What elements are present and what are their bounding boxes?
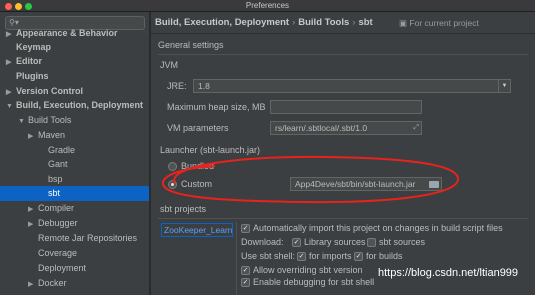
max-heap-label: Maximum heap size, MB [167, 102, 266, 112]
breadcrumb-item[interactable]: Build Tools [298, 17, 349, 28]
settings-sidebar: ⚲▾ ▶ Appearance & Behavior Keymap ▶ Editor Pl… [0, 12, 150, 295]
sbt-sources-checkbox[interactable] [367, 238, 376, 247]
split-divider[interactable] [236, 222, 237, 295]
chevron-down-icon[interactable]: ▼ [498, 80, 510, 92]
general-settings-heading: General settings [158, 40, 224, 50]
jre-value: 1.8 [198, 81, 210, 91]
download-label: Download: [241, 237, 284, 247]
chevron-right-icon[interactable]: ▶ [28, 277, 38, 292]
sidebar-item[interactable]: ▼ Build, Execution, Deployment [0, 98, 149, 114]
sidebar-item-label: sbt [48, 188, 61, 198]
chevron-right-icon[interactable]: ▶ [28, 202, 38, 217]
enable-debugging-checkbox[interactable]: ✓ [241, 278, 250, 287]
chevron-right-icon[interactable]: ▶ [28, 129, 38, 144]
sidebar-item-label: Docker [38, 278, 67, 288]
for-builds-checkbox[interactable]: ✓ [354, 252, 363, 261]
watermark-text: https://blog.csdn.net/ltian999 [378, 267, 519, 279]
sbt-sources-label: sbt sources [379, 237, 426, 247]
breadcrumb-separator: › [292, 17, 296, 28]
vm-parameters-value: rs/learn/.sbtlocal/.sbt/1.0 [275, 123, 368, 133]
sidebar-item-label: Editor [16, 56, 42, 66]
for-builds-label: for builds [366, 251, 403, 261]
auto-import-label: Automatically import this project on cha… [253, 223, 503, 233]
for-current-project-label: For current project [409, 18, 479, 28]
allow-overriding-label: Allow overriding sbt version [253, 265, 363, 275]
custom-radio[interactable] [168, 180, 177, 189]
sidebar-item[interactable]: Remote Jar Repositories [0, 231, 149, 246]
sidebar-item[interactable]: Deployment [0, 261, 149, 276]
sidebar-item-label: Version Control [16, 86, 84, 96]
sidebar-item-label: Debugger [38, 218, 78, 228]
sidebar-item[interactable]: ▶ Editor [0, 54, 149, 70]
sidebar-item[interactable]: ▶ Compiler [0, 201, 149, 217]
allow-overriding-checkbox[interactable]: ✓ [241, 266, 250, 275]
project-scope-icon: ▣ [399, 18, 410, 28]
sidebar-item-label: Plugins [16, 71, 49, 81]
vm-parameters-input[interactable]: rs/learn/.sbtlocal/.sbt/1.0 ⤢ [270, 121, 422, 135]
sidebar-item[interactable]: ▶ Debugger [0, 216, 149, 232]
expand-icon[interactable]: ⤢ [413, 122, 419, 134]
sidebar-item-label: Gant [48, 159, 68, 169]
sidebar-item-label: Deployment [38, 263, 87, 273]
sidebar-item-label: Remote Jar Repositories [38, 233, 138, 243]
custom-launcher-path: App4Deve/sbt/bin/sbt-launch.jar [295, 179, 416, 189]
window-titlebar: Preferences [0, 0, 535, 12]
sidebar-item[interactable]: Plugins [0, 69, 149, 84]
sidebar-item[interactable]: ▶ Appearance & Behavior [0, 26, 149, 41]
use-sbt-shell-label: Use sbt shell: [241, 251, 296, 261]
sidebar-item-label: Gradle [48, 145, 76, 155]
sidebar-item-label: Compiler [38, 203, 75, 213]
folder-icon[interactable] [429, 181, 439, 188]
divider [158, 218, 528, 219]
window-title: Preferences [245, 1, 290, 10]
custom-launcher-path-input[interactable]: App4Deve/sbt/bin/sbt-launch.jar [290, 177, 442, 191]
breadcrumb-separator: › [352, 17, 356, 28]
sidebar-item[interactable]: bsp [0, 172, 149, 187]
for-imports-label: for imports [309, 251, 352, 261]
enable-debugging-label: Enable debugging for sbt shell [253, 277, 375, 287]
sbt-projects-section-title: sbt projects [160, 204, 207, 214]
sidebar-item[interactable]: sbt [0, 186, 149, 201]
sidebar-item[interactable]: Coverage [0, 246, 149, 261]
chevron-right-icon[interactable]: ▶ [6, 55, 16, 70]
library-sources-checkbox[interactable]: ✓ [292, 238, 301, 247]
sidebar-item-label: Build Tools [28, 115, 72, 125]
chevron-down-icon[interactable]: ▼ [6, 99, 16, 114]
for-imports-checkbox[interactable]: ✓ [297, 252, 306, 261]
custom-label: Custom [181, 179, 213, 189]
sidebar-item-label: Keymap [16, 42, 52, 52]
sbt-project-item[interactable]: ZooKeeper_Learn [161, 223, 233, 237]
breadcrumb-item[interactable]: Build, Execution, Deployment [155, 17, 289, 28]
jre-label: JRE: [167, 81, 187, 91]
launcher-section-title: Launcher (sbt-launch.jar) [160, 145, 261, 155]
breadcrumb: Build, Execution, Deployment › Build Tools… [155, 17, 373, 28]
auto-import-checkbox[interactable]: ✓ [241, 224, 250, 233]
bundled-radio[interactable] [168, 162, 177, 171]
sidebar-item[interactable]: Gradle [0, 143, 149, 158]
header-divider [151, 33, 535, 34]
jre-select[interactable]: 1.8 ▼ [193, 79, 511, 93]
sidebar-item[interactable]: Keymap [0, 40, 149, 55]
for-current-project-note: ▣ For current project [399, 18, 479, 29]
sidebar-item-label: Coverage [38, 248, 78, 258]
library-sources-label: Library sources [304, 237, 366, 247]
sidebar-item-label: bsp [48, 174, 63, 184]
sidebar-item[interactable]: ▶ Docker [0, 276, 149, 292]
chevron-down-icon[interactable]: ▼ [18, 114, 28, 129]
sidebar-item[interactable]: ▶ Maven [0, 128, 149, 144]
jvm-section-title: JVM [160, 60, 178, 70]
settings-content: Build, Execution, Deployment › Build Tools… [151, 12, 535, 295]
sidebar-item[interactable]: ▶ Version Control [0, 84, 149, 99]
divider [158, 54, 528, 55]
chevron-right-icon[interactable]: ▶ [28, 217, 38, 232]
bundled-label: Bundled [181, 161, 215, 171]
breadcrumb-item: sbt [358, 17, 373, 28]
sidebar-item[interactable]: Gant [0, 157, 149, 172]
max-heap-input[interactable] [270, 100, 422, 114]
sidebar-item-label: Build, Execution, Deployment [16, 100, 144, 110]
sidebar-item-label: Maven [38, 130, 66, 140]
vm-parameters-label: VM parameters [167, 123, 229, 133]
sidebar-item[interactable]: ▼ Build Tools [0, 113, 149, 129]
sidebar-item-label: Appearance & Behavior [16, 28, 118, 38]
